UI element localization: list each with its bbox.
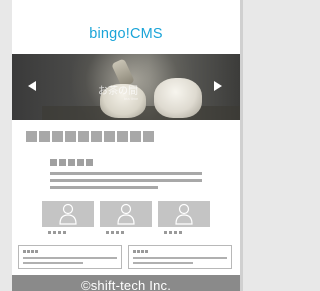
subheading-placeholder bbox=[50, 159, 93, 166]
heading-placeholder bbox=[26, 131, 154, 142]
card-title-placeholder bbox=[133, 250, 148, 253]
avatar-label-placeholder bbox=[48, 231, 66, 234]
hero-caption: お茶の間 bbox=[98, 86, 138, 97]
avatar[interactable] bbox=[100, 201, 152, 227]
frame-shadow bbox=[240, 0, 243, 291]
news-card[interactable] bbox=[128, 245, 232, 269]
avatar-label-placeholder bbox=[106, 231, 124, 234]
page-frame: bingo!CMS お茶の間 tea time ©shift-tech Inc. bbox=[12, 0, 240, 291]
user-icon bbox=[175, 203, 193, 225]
chevron-left-icon[interactable] bbox=[28, 81, 36, 91]
card-text-placeholder bbox=[23, 262, 83, 264]
user-icon bbox=[117, 203, 135, 225]
card-text-placeholder bbox=[23, 257, 117, 259]
chevron-right-icon[interactable] bbox=[214, 81, 222, 91]
avatar-label-placeholder bbox=[164, 231, 182, 234]
hero-slider[interactable]: お茶の間 tea time bbox=[12, 54, 240, 120]
card-text-placeholder bbox=[133, 262, 193, 264]
avatar[interactable] bbox=[158, 201, 210, 227]
text-line-placeholder bbox=[50, 186, 158, 189]
hero-subcaption: tea time bbox=[124, 96, 139, 101]
logo[interactable]: bingo!CMS bbox=[12, 26, 240, 42]
footer-copyright: ©shift-tech Inc. bbox=[12, 275, 240, 291]
text-line-placeholder bbox=[50, 172, 202, 175]
avatar[interactable] bbox=[42, 201, 94, 227]
card-title-placeholder bbox=[23, 250, 38, 253]
card-text-placeholder bbox=[133, 257, 227, 259]
user-icon bbox=[59, 203, 77, 225]
hero-image-cup bbox=[154, 78, 202, 118]
news-card[interactable] bbox=[18, 245, 122, 269]
text-line-placeholder bbox=[50, 179, 202, 182]
